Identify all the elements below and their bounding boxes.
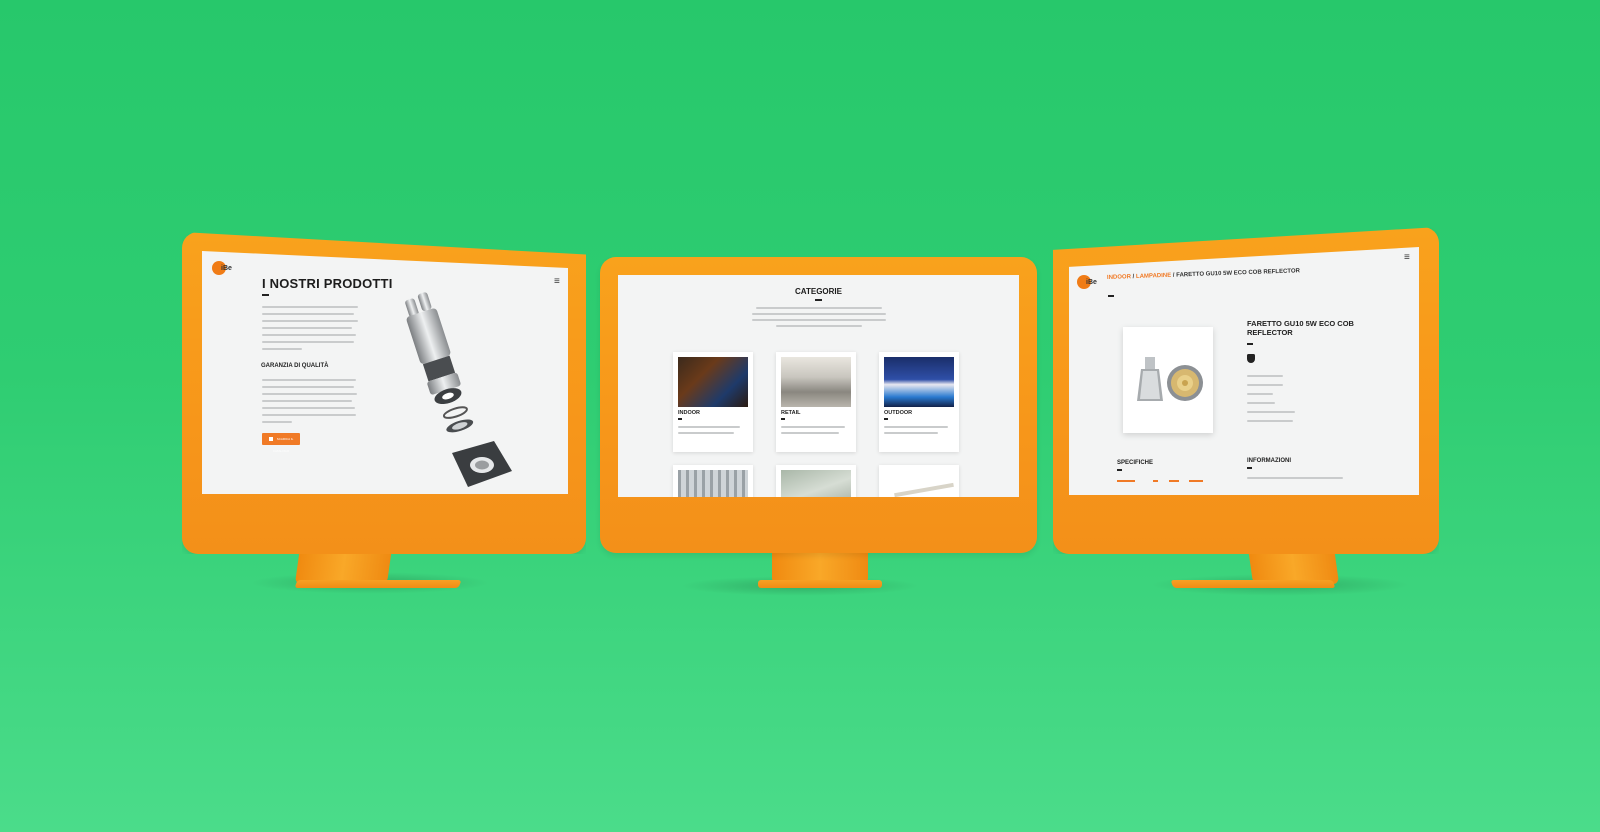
category-card-outdoor[interactable]: OUTDOOR — [879, 352, 959, 452]
text-line — [262, 386, 354, 388]
download-catalog-button[interactable]: SCARICA IL CATALOGO — [262, 433, 300, 453]
category-image — [678, 470, 748, 497]
quality-heading: GARANZIA DI QUALITÀ — [261, 363, 329, 369]
text-line — [884, 426, 948, 428]
specs-tab[interactable] — [1169, 480, 1179, 482]
text-line — [262, 313, 354, 315]
text-line — [262, 306, 358, 308]
download-button-label: SCARICA IL CATALOGO — [272, 437, 294, 453]
category-card-indoor[interactable]: INDOOR — [673, 352, 753, 452]
text-line — [262, 400, 352, 402]
right-monitor-stand-foot — [1170, 580, 1336, 588]
text-line — [781, 432, 839, 434]
text-line — [262, 407, 355, 409]
title-underline — [262, 294, 269, 296]
category-card[interactable] — [776, 465, 856, 497]
led-strip-icon — [894, 482, 954, 497]
spec-line — [1247, 393, 1273, 395]
page-title: I NOSTRI PRODOTTI — [262, 276, 393, 291]
text-line — [262, 379, 356, 381]
spec-line — [1247, 420, 1293, 422]
text-line — [262, 327, 352, 329]
spec-line — [1247, 384, 1283, 386]
category-label: RETAIL — [781, 410, 801, 416]
text-line — [756, 307, 882, 309]
spec-line — [1247, 402, 1275, 404]
hamburger-icon[interactable]: ≡ — [554, 277, 560, 287]
category-image-outdoor — [884, 357, 954, 407]
info-heading: INFORMAZIONI — [1247, 458, 1291, 464]
hamburger-icon[interactable]: ≡ — [1404, 253, 1410, 263]
left-monitor-stand-foot — [294, 580, 462, 588]
text-line — [776, 325, 862, 327]
exploded-lamp-illustration — [405, 292, 512, 487]
label-underline — [884, 418, 888, 420]
breadcrumb-underline — [1108, 295, 1114, 297]
category-image-indoor — [678, 357, 748, 407]
middle-monitor-stand-foot — [758, 580, 882, 588]
text-line — [262, 341, 354, 343]
text-line — [678, 432, 734, 434]
text-line — [262, 414, 356, 416]
specs-underline — [1117, 469, 1122, 471]
category-label: INDOOR — [678, 410, 700, 416]
brand-logo-text: iBe — [221, 265, 232, 272]
middle-screen: CATEGORIE INDOOR RETAIL OUTDOOR — [618, 275, 1019, 497]
label-underline — [781, 418, 785, 420]
text-line — [1247, 477, 1343, 479]
category-image — [884, 470, 954, 497]
label-underline — [678, 418, 682, 420]
category-image — [781, 470, 851, 497]
product-title: FARETTO GU10 5W ECO COB REFLECTOR — [1247, 319, 1354, 337]
gu10-bulb-illustration — [1137, 357, 1203, 401]
text-line — [752, 313, 886, 315]
info-underline — [1247, 467, 1252, 469]
category-image-retail — [781, 357, 851, 407]
text-line — [752, 319, 886, 321]
category-card-retail[interactable]: RETAIL — [776, 352, 856, 452]
download-icon — [268, 437, 273, 442]
text-line — [262, 393, 357, 395]
text-line — [884, 432, 938, 434]
specs-tab[interactable] — [1117, 480, 1135, 482]
category-card[interactable] — [673, 465, 753, 497]
categories-title: CATEGORIE — [795, 287, 842, 296]
category-card[interactable] — [879, 465, 959, 497]
text-line — [262, 334, 356, 336]
text-line — [678, 426, 740, 428]
text-line — [781, 426, 845, 428]
right-screen: iBe ≡ INDOOR / LAMPADINE / FARETTO GU10 … — [1069, 247, 1419, 495]
text-line — [262, 320, 358, 322]
product-image[interactable] — [1123, 327, 1213, 433]
breadcrumb-current: FARETTO GU10 5W ECO COB REFLECTOR — [1176, 268, 1301, 279]
title-underline — [1247, 343, 1253, 345]
spec-line — [1247, 375, 1283, 377]
left-screen: iBe ≡ I NOSTRI PRODOTTI GARANZIA DI QUAL… — [202, 251, 568, 494]
specs-heading: SPECIFICHE — [1117, 460, 1154, 466]
text-line — [262, 421, 292, 423]
breadcrumb: INDOOR / LAMPADINE / FARETTO GU10 5W ECO… — [1107, 268, 1300, 281]
specs-tab[interactable] — [1153, 480, 1158, 482]
shield-icon — [1247, 354, 1255, 363]
text-line — [262, 348, 302, 350]
category-label: OUTDOOR — [884, 410, 913, 416]
breadcrumb-indoor[interactable]: INDOOR — [1107, 274, 1131, 281]
breadcrumb-lampadine[interactable]: LAMPADINE — [1136, 273, 1171, 280]
brand-logo-text: iBe — [1086, 279, 1097, 286]
title-underline — [815, 299, 822, 301]
specs-tab[interactable] — [1189, 480, 1203, 482]
spec-line — [1247, 411, 1295, 413]
